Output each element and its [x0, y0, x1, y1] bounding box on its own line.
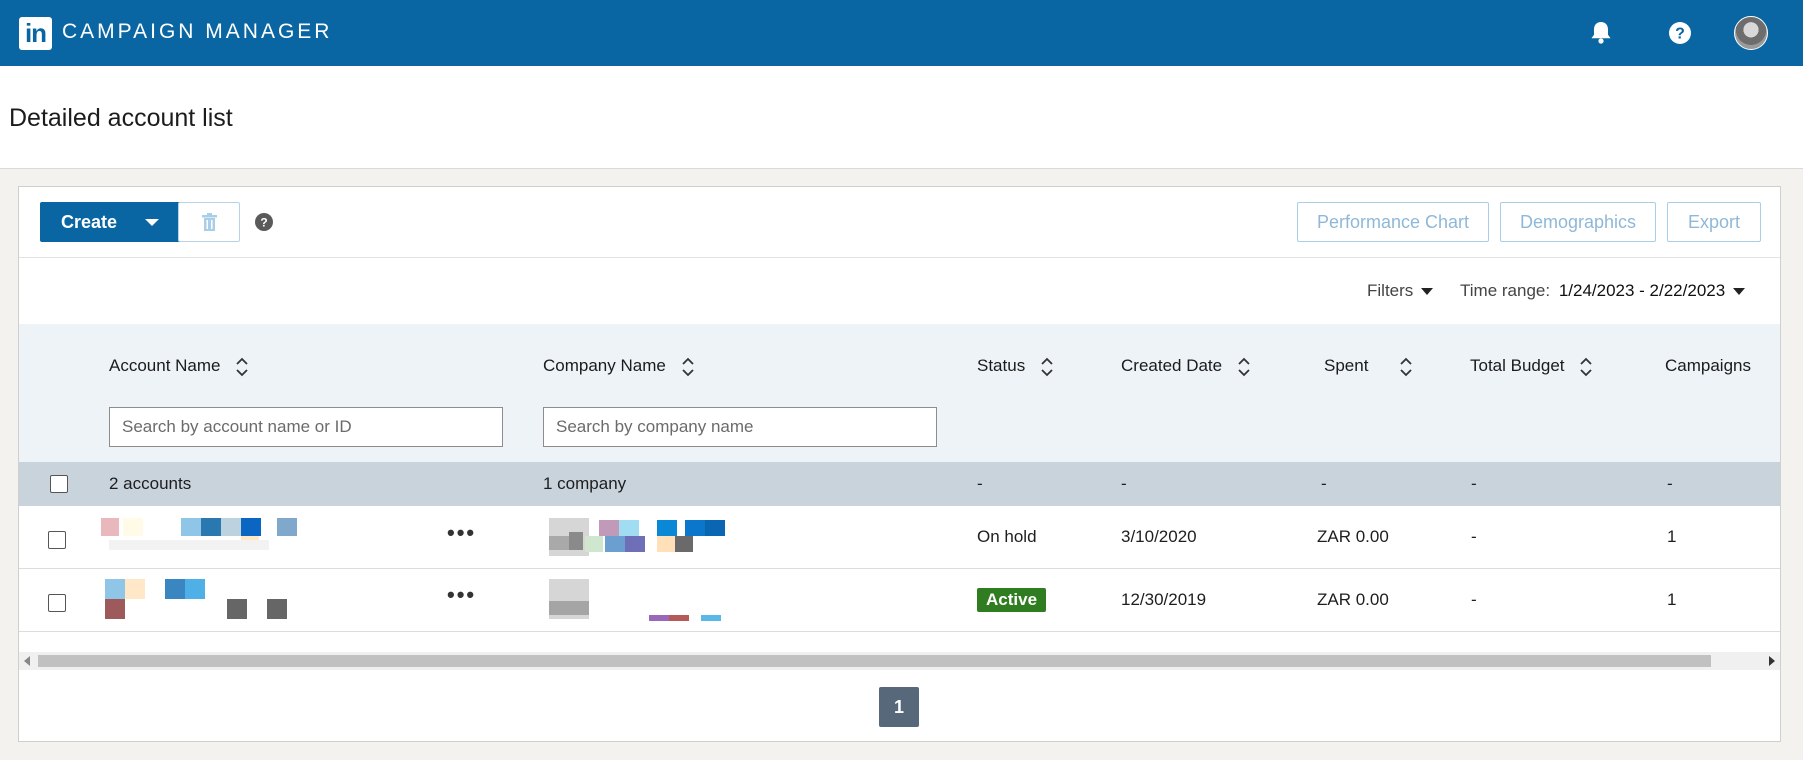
toolbar-divider [19, 257, 1780, 258]
more-options-icon[interactable]: ••• [447, 582, 476, 608]
page-button[interactable]: 1 [879, 687, 919, 727]
time-range-label: Time range: [1460, 281, 1551, 300]
row-checkbox[interactable] [48, 594, 66, 612]
summary-row: 2 accounts 1 company - - - - - [19, 462, 1780, 506]
table-row: ••• Active 12/30/2019 ZAR 0.00 - 1 [19, 569, 1780, 632]
column-header-status[interactable]: Status [977, 356, 1054, 377]
page-header: Detailed account list [0, 66, 1803, 169]
account-count: 2 accounts [109, 474, 192, 493]
caret-down-icon [1421, 288, 1434, 296]
select-all-checkbox[interactable] [50, 475, 68, 493]
company-count: 1 company [543, 474, 627, 493]
company-name-redacted[interactable] [549, 518, 789, 556]
svg-text:?: ? [1675, 26, 1685, 43]
summary-status: - [977, 474, 983, 493]
summary-campaigns: - [1667, 474, 1673, 493]
row-checkbox[interactable] [48, 531, 66, 549]
help-icon[interactable]: ? [254, 212, 274, 232]
demographics-button[interactable]: Demographics [1500, 202, 1656, 242]
column-label: Spent [1324, 356, 1369, 375]
created-date: 12/30/2019 [1121, 590, 1207, 609]
table-row: ••• On hold 3/10/2020 ZAR 0.00 - 1 [19, 506, 1780, 569]
column-header-total-budget[interactable]: Total Budget [1470, 356, 1593, 377]
sort-icon [1580, 357, 1592, 376]
caret-down-icon [145, 219, 159, 226]
summary-total-budget: - [1471, 474, 1477, 493]
column-label: Account Name [109, 356, 221, 375]
account-name-redacted[interactable] [101, 518, 311, 554]
export-button[interactable]: Export [1667, 202, 1761, 242]
column-header-account-name[interactable]: Account Name [109, 356, 249, 377]
summary-created-date: - [1121, 474, 1127, 493]
trash-icon [202, 213, 217, 231]
sort-icon [236, 357, 248, 376]
company-name-redacted[interactable] [549, 579, 789, 621]
horizontal-scrollbar[interactable] [19, 652, 1780, 670]
campaigns-count: 1 [1667, 527, 1677, 546]
total-budget: - [1471, 590, 1477, 609]
table-header: Account Name Company Name Status Created… [19, 324, 1780, 462]
user-avatar[interactable] [1734, 16, 1768, 50]
campaigns-count: 1 [1667, 590, 1677, 609]
account-search-input[interactable] [109, 407, 503, 447]
linkedin-logo[interactable]: in [19, 17, 52, 50]
column-label: Created Date [1121, 356, 1223, 375]
sort-icon [1238, 357, 1250, 376]
bell-icon[interactable] [1584, 16, 1618, 50]
company-search-input[interactable] [543, 407, 937, 447]
create-button-label: Create [61, 211, 118, 232]
status-badge: Active [977, 588, 1047, 612]
accounts-card: Create ? Performance Chart Demographics … [18, 186, 1781, 742]
column-header-campaigns[interactable]: Campaigns [1665, 356, 1751, 376]
sort-icon [681, 357, 694, 376]
time-range-dropdown[interactable]: Time range: 1/24/2023 - 2/22/2023 [1460, 281, 1746, 301]
more-options-icon[interactable]: ••• [447, 520, 476, 546]
filters-label: Filters [1367, 281, 1414, 300]
summary-spent: - [1321, 474, 1327, 493]
page-title: Detailed account list [9, 104, 233, 132]
question-circle-icon[interactable]: ? [1663, 16, 1697, 50]
performance-chart-button[interactable]: Performance Chart [1297, 202, 1489, 242]
column-label: Total Budget [1470, 356, 1565, 375]
scroll-left-icon[interactable] [24, 656, 30, 666]
sort-icon [1400, 357, 1412, 376]
scroll-right-icon[interactable] [1769, 656, 1775, 666]
time-range-value: 1/24/2023 - 2/22/2023 [1558, 281, 1726, 300]
svg-text:?: ? [260, 216, 267, 230]
column-label: Campaigns [1665, 356, 1751, 375]
scrollbar-thumb[interactable] [38, 655, 1711, 667]
app-title[interactable]: CAMPAIGN MANAGER [62, 20, 332, 44]
spent-amount: ZAR 0.00 [1317, 590, 1389, 609]
delete-button[interactable] [178, 202, 240, 242]
column-label: Company Name [543, 356, 666, 375]
total-budget: - [1471, 527, 1477, 546]
create-button[interactable]: Create [40, 202, 181, 242]
spent-amount: ZAR 0.00 [1317, 527, 1389, 546]
column-header-created-date[interactable]: Created Date [1121, 356, 1251, 377]
column-header-company-name[interactable]: Company Name [543, 356, 695, 377]
column-label: Status [977, 356, 1026, 375]
sort-icon [1041, 357, 1053, 376]
status-text: On hold [977, 527, 1037, 546]
created-date: 3/10/2020 [1121, 527, 1197, 546]
caret-down-icon [1733, 288, 1746, 296]
filters-dropdown[interactable]: Filters [1367, 281, 1434, 301]
column-header-spent[interactable]: Spent [1324, 356, 1413, 377]
account-name-redacted[interactable] [105, 579, 315, 619]
top-navigation-bar: in CAMPAIGN MANAGER ? [0, 0, 1803, 66]
